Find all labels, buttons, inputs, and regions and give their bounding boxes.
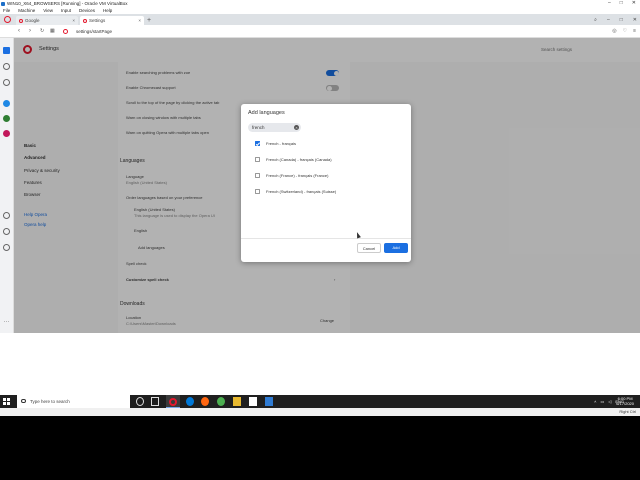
file-explorer-icon[interactable] xyxy=(233,397,241,406)
minimize-icon[interactable]: – xyxy=(607,16,610,25)
easy-setup-icon[interactable]: ≡ xyxy=(633,25,636,38)
vbox-title-bar: WIN10_X64_BROWSERS [Running] - Oracle VM… xyxy=(0,0,640,7)
back-icon[interactable]: ‹ xyxy=(18,25,20,38)
menu-input[interactable]: Input xyxy=(61,7,71,14)
menu-file[interactable]: File xyxy=(3,7,10,14)
messenger-icon[interactable] xyxy=(3,100,10,107)
checkbox[interactable] xyxy=(255,157,260,162)
vbox-menu-bar: File Machine View Input Devices Help xyxy=(0,7,640,14)
language-option-french-canada[interactable]: French (Canada) - français (Canada) xyxy=(255,156,405,164)
task-view-icon[interactable] xyxy=(151,397,159,406)
taskbar-search-placeholder: Type here to search xyxy=(30,399,70,404)
store-icon[interactable] xyxy=(249,397,257,406)
language-option-french-switzerland[interactable]: French (Switzerland) - français (Suisse) xyxy=(255,188,405,196)
clock-date: 6/17/2020 xyxy=(616,401,634,406)
language-option-label: French (Canada) - français (Canada) xyxy=(266,157,332,162)
checkbox[interactable] xyxy=(255,173,260,178)
taskbar-clock[interactable]: 6:00 PM 6/17/2020 xyxy=(616,396,634,406)
google-favicon-icon xyxy=(19,18,23,23)
vbox-window-controls: – □ ✕ xyxy=(608,0,636,7)
checkbox[interactable] xyxy=(255,189,260,194)
url-text: settings/startPage xyxy=(76,29,113,34)
minimize-button[interactable]: – xyxy=(608,0,611,7)
edge-icon[interactable] xyxy=(186,397,194,406)
opera-url-icon xyxy=(63,29,68,34)
taskbar-search-box[interactable]: Type here to search xyxy=(17,395,130,408)
vbox-status-bar xyxy=(0,408,640,416)
opera-sidebar: ··· xyxy=(0,38,14,333)
language-option-french[interactable]: French - français xyxy=(255,140,405,148)
add-languages-dialog: Add languages french × French - français… xyxy=(241,104,411,262)
history-icon[interactable] xyxy=(3,228,10,235)
search-tabs-icon[interactable]: ⌕ xyxy=(594,16,597,25)
new-tab-button[interactable]: + xyxy=(147,16,151,25)
settings-favicon-icon xyxy=(83,18,87,23)
settings-icon[interactable] xyxy=(3,244,10,251)
home-icon[interactable] xyxy=(3,63,10,70)
tab-settings[interactable]: Settings × xyxy=(80,16,144,25)
forward-icon[interactable]: › xyxy=(29,25,31,38)
dialog-title: Add languages xyxy=(248,110,285,116)
heart-icon[interactable]: ♡ xyxy=(623,25,627,38)
url-field[interactable]: settings/startPage xyxy=(62,28,600,36)
reload-icon[interactable]: ↻ xyxy=(40,25,44,38)
language-option-label: French (France) - français (France) xyxy=(266,173,329,178)
close-tab-icon[interactable]: × xyxy=(72,16,75,25)
cortana-icon[interactable] xyxy=(136,397,144,406)
volume-icon[interactable]: ◁ xyxy=(608,395,611,408)
opera-menu-icon[interactable] xyxy=(4,16,11,23)
menu-devices[interactable]: Devices xyxy=(79,7,95,14)
checkbox-checked[interactable] xyxy=(255,141,260,146)
clear-search-icon[interactable]: × xyxy=(294,125,299,130)
windows-start-icon[interactable] xyxy=(3,398,10,405)
virtualbox-icon xyxy=(1,1,5,6)
vbox-window-title: WIN10_X64_BROWSERS [Running] - Oracle VM… xyxy=(7,1,128,6)
search-text: french xyxy=(252,125,265,130)
language-search-input[interactable]: french × xyxy=(248,123,301,132)
camera-icon[interactable]: ◎ xyxy=(612,25,616,38)
tabs-grid-icon[interactable]: ▦ xyxy=(50,25,55,38)
tabbar-controls: ⌕ – □ ✕ xyxy=(594,16,637,25)
mail-icon[interactable] xyxy=(265,397,273,406)
tab-google[interactable]: Google × xyxy=(16,16,78,25)
maximize-button[interactable]: □ xyxy=(620,0,623,7)
close-icon[interactable]: ✕ xyxy=(633,16,637,25)
language-option-label: French (Switzerland) - français (Suisse) xyxy=(266,189,337,194)
language-option-french-france[interactable]: French (France) - français (France) xyxy=(255,172,405,180)
menu-view[interactable]: View xyxy=(43,7,53,14)
host-key-label: Right Ctrl xyxy=(619,409,636,414)
close-button[interactable]: ✕ xyxy=(632,0,636,7)
opera-icon xyxy=(169,397,177,406)
bookmarks-icon[interactable] xyxy=(3,79,10,86)
address-bar-actions: ◎ ♡ ≡ xyxy=(612,25,636,38)
whatsapp-icon[interactable] xyxy=(3,115,10,122)
taskbar-opera-active[interactable] xyxy=(166,395,180,408)
language-option-label: French - français xyxy=(266,141,297,146)
chrome-icon[interactable] xyxy=(217,397,225,406)
add-button[interactable]: Add xyxy=(384,243,408,253)
close-tab-icon[interactable]: × xyxy=(138,16,141,25)
menu-machine[interactable]: Machine xyxy=(18,7,35,14)
tab-label: Google xyxy=(25,18,40,23)
search-icon xyxy=(21,398,26,403)
firefox-icon[interactable] xyxy=(201,397,209,406)
menu-help[interactable]: Help xyxy=(103,7,112,14)
tab-label: Settings xyxy=(89,18,106,23)
speed-dial-icon[interactable] xyxy=(3,47,10,54)
network-icon[interactable]: ▭ xyxy=(600,395,604,408)
more-icon[interactable]: ··· xyxy=(3,319,10,327)
chevron-up-icon[interactable]: ˄ xyxy=(594,395,596,408)
cancel-button[interactable]: Cancel xyxy=(357,243,381,253)
maximize-icon[interactable]: □ xyxy=(620,16,623,25)
instagram-icon[interactable] xyxy=(3,130,10,137)
dialog-divider xyxy=(241,238,411,239)
heart-icon[interactable] xyxy=(3,212,10,219)
